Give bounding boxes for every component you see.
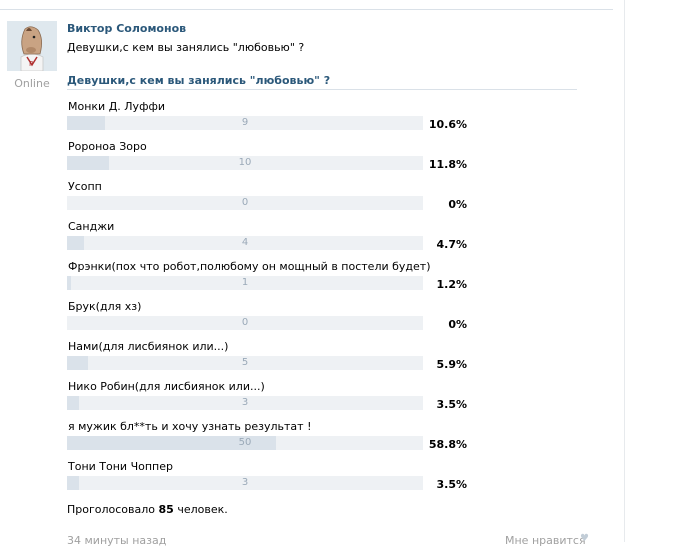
voted-suffix: человек. — [177, 503, 228, 516]
poll-option-count: 4 — [241, 237, 249, 248]
poll-option: Ророноа Зоро 10 11.8% — [67, 140, 477, 172]
poll-option: я мужик бл**ть и хочу узнать результат !… — [67, 420, 477, 452]
right-divider — [624, 0, 625, 542]
poll-option: Тони Тони Чоппер 3 3.5% — [67, 460, 477, 492]
poll-option-bar-track: 5 — [67, 356, 423, 370]
poll-option-bar-track: 3 — [67, 396, 423, 410]
avatar[interactable]: P — [7, 21, 57, 71]
poll-option-percent: 11.8% — [428, 158, 467, 171]
post-time-link[interactable]: 34 минуты назад — [67, 534, 166, 547]
poll-option-bar-track: 10 — [67, 156, 423, 170]
poll-option-label: Нами(для лисбиянок или...) — [68, 340, 229, 353]
poll-option-label: Усопп — [68, 180, 102, 193]
poll-option: Брук(для хз) 0 0% — [67, 300, 477, 332]
poll-option: Фрэнки(пох что робот,полюбому он мощный … — [67, 260, 477, 292]
poll-option-percent: 4.7% — [436, 238, 467, 251]
poll-option-percent: 1.2% — [436, 278, 467, 291]
author-name-link[interactable]: Виктор Соломонов — [67, 22, 186, 35]
poll-option-count: 10 — [238, 157, 252, 168]
poll-total-votes: Проголосовало 85 человек. — [67, 503, 228, 516]
horse-mask-avatar-icon: P — [7, 21, 57, 71]
online-status: Online — [14, 77, 50, 90]
poll-option-bar-track: 9 — [67, 116, 423, 130]
poll-option-label: Фрэнки(пох что робот,полюбому он мощный … — [68, 260, 431, 273]
poll-option-label: Нико Робин(для лисбиянок или...) — [68, 380, 265, 393]
poll-option: Монки Д. Луффи 9 10.6% — [67, 100, 477, 132]
top-divider — [0, 9, 613, 10]
voted-count: 85 — [158, 503, 174, 516]
like-button[interactable]: Мне нравится — [505, 534, 586, 547]
poll-option-percent: 0% — [448, 198, 467, 211]
poll-option-count: 9 — [241, 117, 249, 128]
poll-option-bar-track: 3 — [67, 476, 423, 490]
poll-option: Санджи 4 4.7% — [67, 220, 477, 252]
poll-option-label: Санджи — [68, 220, 115, 233]
poll-option-bar-track: 0 — [67, 196, 423, 210]
poll-option-percent: 0% — [448, 318, 467, 331]
post-text: Девушки,с кем вы занялись "любовью" ? — [67, 41, 305, 54]
poll-option-count: 1 — [241, 277, 249, 288]
poll-option-label: Тони Тони Чоппер — [68, 460, 173, 473]
poll-option: Нико Робин(для лисбиянок или...) 3 3.5% — [67, 380, 477, 412]
poll-option-label: Брук(для хз) — [68, 300, 142, 313]
poll-option-count: 5 — [241, 357, 249, 368]
poll-option-bar-track: 1 — [67, 276, 423, 290]
poll-option-count: 3 — [241, 397, 249, 408]
svg-text:P: P — [29, 60, 33, 68]
poll-option-bar-track: 50 — [67, 436, 423, 450]
poll-option-label: Ророноа Зоро — [68, 140, 147, 153]
poll-option-percent: 58.8% — [428, 438, 467, 451]
poll-option-count: 0 — [241, 197, 249, 208]
poll-option-count: 3 — [241, 477, 249, 488]
poll-title-divider — [67, 89, 577, 90]
poll-option-count: 0 — [241, 317, 249, 328]
poll-option-percent: 5.9% — [436, 358, 467, 371]
poll-option-label: я мужик бл**ть и хочу узнать результат ! — [68, 420, 312, 433]
poll-option-bar-track: 0 — [67, 316, 423, 330]
poll-option-count: 50 — [238, 437, 252, 448]
poll-option: Усопп 0 0% — [67, 180, 477, 212]
poll-title: Девушки,с кем вы занялись "любовью" ? — [67, 74, 331, 87]
voted-prefix: Проголосовало — [67, 503, 156, 516]
poll-option-bar-track: 4 — [67, 236, 423, 250]
poll-option-percent: 3.5% — [436, 478, 467, 491]
poll-option-percent: 3.5% — [436, 398, 467, 411]
poll-option: Нами(для лисбиянок или...) 5 5.9% — [67, 340, 477, 372]
poll-option-label: Монки Д. Луффи — [68, 100, 166, 113]
poll-option-percent: 10.6% — [428, 118, 467, 131]
